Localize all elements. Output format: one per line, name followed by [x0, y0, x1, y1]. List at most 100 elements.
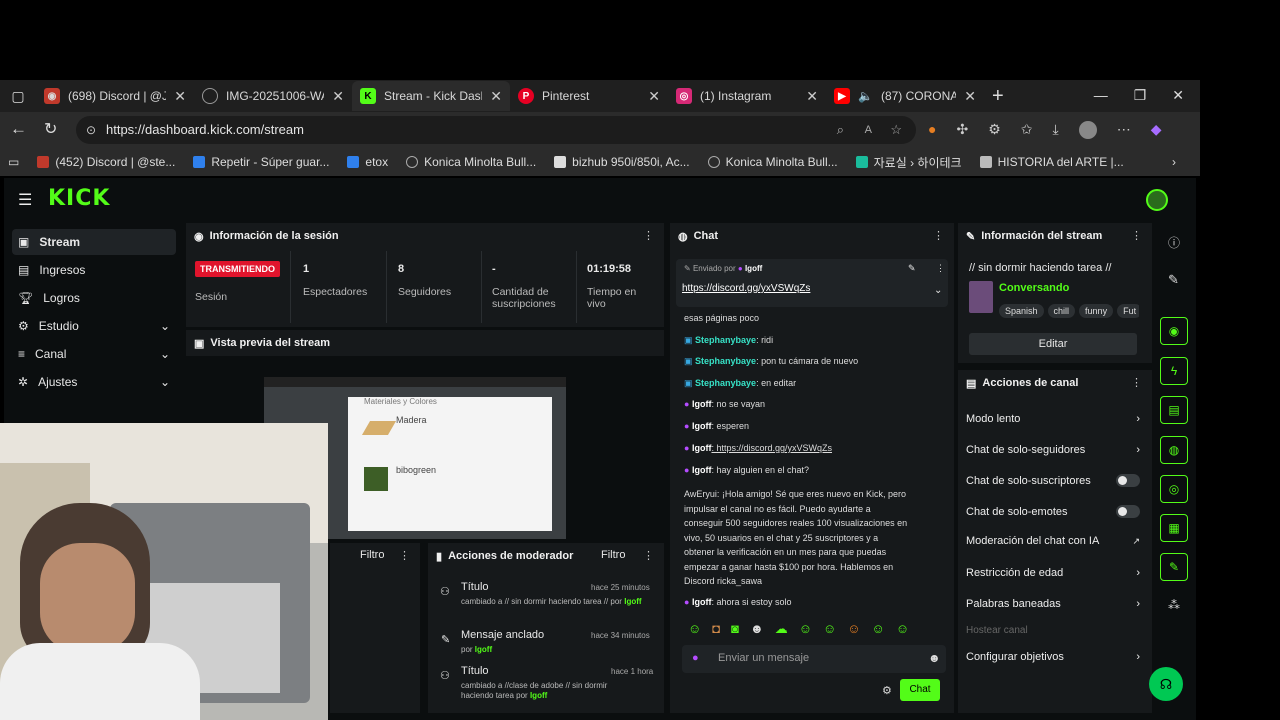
- chat-username[interactable]: Igoff: [692, 597, 712, 607]
- performance-icon[interactable]: ⚙: [988, 121, 1001, 139]
- sidebar-item-canal[interactable]: ≡ Canal ⌄: [12, 341, 176, 367]
- filter-button[interactable]: Filtro: [601, 549, 625, 561]
- favorite-icon[interactable]: ☆: [890, 116, 902, 144]
- sidebar-item-logros[interactable]: 🏆︎ Logros: [12, 285, 176, 311]
- pinned-link[interactable]: https://discord.gg/yxVSWqZs: [682, 283, 810, 294]
- chevron-down-icon[interactable]: ⌄: [934, 285, 942, 296]
- close-icon[interactable]: ✕: [174, 88, 186, 105]
- chat-username[interactable]: Stephanybaye: [695, 335, 756, 345]
- new-tab-icon[interactable]: +: [992, 85, 1004, 108]
- support-button[interactable]: ☊: [1149, 667, 1183, 701]
- edit-button[interactable]: Editar: [969, 333, 1137, 355]
- mod-item-user[interactable]: Igoff: [624, 597, 641, 606]
- filter-button[interactable]: Filtro: [360, 549, 384, 561]
- emoji-icon[interactable]: ☻: [928, 651, 941, 665]
- chat-username[interactable]: Igoff: [692, 465, 712, 475]
- notes-button[interactable]: ▤: [1160, 396, 1188, 424]
- chat-send-button[interactable]: Chat: [900, 679, 940, 701]
- minimize-icon[interactable]: —: [1094, 87, 1108, 103]
- close-icon[interactable]: ✕: [490, 88, 502, 105]
- pencil-icon[interactable]: ✎: [1168, 272, 1179, 288]
- bookmark-item[interactable]: bizhub 950i/850i, Ac...: [554, 155, 690, 169]
- close-icon[interactable]: ✕: [332, 88, 344, 105]
- emote-icon[interactable]: ☺: [872, 621, 885, 637]
- tab-image[interactable]: IMG-20251006-WA0 ✕: [194, 81, 352, 111]
- emote-icon[interactable]: ◙: [731, 621, 739, 637]
- tools-button[interactable]: ✎: [1160, 553, 1188, 581]
- site-info-icon[interactable]: ⊙: [86, 116, 96, 144]
- tab-youtube[interactable]: ▶ 🔈 (87) CORONA ✕: [826, 81, 984, 111]
- more-icon[interactable]: ⋯: [1117, 121, 1131, 139]
- chevron-right-icon[interactable]: ›: [1172, 155, 1176, 169]
- action-moderacion-ia[interactable]: Moderación del chat con IA ↗: [966, 535, 1140, 547]
- copilot-icon[interactable]: ◆: [1151, 121, 1162, 139]
- sidebar-item-ingresos[interactable]: ▤ Ingresos: [12, 257, 176, 283]
- emote-icon[interactable]: ☺: [847, 621, 860, 637]
- lightning-button[interactable]: ϟ: [1160, 357, 1188, 385]
- bookmark-item[interactable]: HISTORIA del ARTE |...: [979, 155, 1124, 169]
- action-modo-lento[interactable]: Modo lento ›: [966, 413, 1140, 425]
- layout-button[interactable]: ▦: [1160, 514, 1188, 542]
- toggle-switch[interactable]: [1116, 505, 1140, 518]
- bookmark-item[interactable]: 자료실 › 하이테크: [855, 154, 962, 171]
- bookmark-item[interactable]: (452) Discord | @ste...: [37, 155, 175, 169]
- bookmark-item[interactable]: Konica Minolta Bull...: [406, 155, 536, 169]
- emote-icon[interactable]: ☁: [775, 621, 788, 637]
- emote-icon[interactable]: ◘: [712, 621, 720, 637]
- chat-username[interactable]: Stephanybaye: [695, 356, 756, 366]
- tab-kick[interactable]: K Stream - Kick Dashb ✕: [352, 81, 510, 111]
- action-restriccion-edad[interactable]: Restricción de edad ›: [966, 567, 1140, 579]
- downloads-icon[interactable]: ⤓: [1053, 121, 1059, 139]
- chat-button[interactable]: ◍: [1160, 436, 1188, 464]
- mod-item-user[interactable]: Igoff: [475, 645, 492, 654]
- kebab-icon[interactable]: ⋮: [1131, 376, 1142, 389]
- tab-pinterest[interactable]: P Pinterest ✕: [510, 81, 668, 111]
- refresh-icon[interactable]: ↻: [44, 119, 57, 139]
- mod-item-user[interactable]: Igoff: [530, 691, 547, 700]
- sidebar-item-stream[interactable]: ▣ Stream: [12, 229, 176, 255]
- avatar[interactable]: [1146, 189, 1168, 211]
- info-icon[interactable]: ⓘ: [1168, 234, 1180, 251]
- kebab-icon[interactable]: ⋮: [399, 549, 410, 562]
- toggle-switch[interactable]: [1116, 474, 1140, 487]
- camera-button[interactable]: ◉: [1160, 317, 1188, 345]
- tab-instagram[interactable]: ◎ (1) Instagram ✕: [668, 81, 826, 111]
- kebab-icon[interactable]: ⋮: [936, 263, 945, 274]
- profile-icon[interactable]: [1078, 121, 1097, 139]
- chat-username[interactable]: Igoff: [692, 399, 712, 409]
- apps-icon[interactable]: ⁂: [1168, 598, 1180, 612]
- action-solo-seguidores[interactable]: Chat de solo-seguidores ›: [966, 444, 1140, 456]
- emote-icon[interactable]: ☺: [799, 621, 812, 637]
- extensions-icon[interactable]: ✣: [956, 121, 968, 139]
- zoom-icon[interactable]: ⌕: [837, 116, 844, 144]
- url-field[interactable]: ⊙ https://dashboard.kick.com/stream ⌕ A …: [76, 116, 916, 144]
- action-configurar-objetivos[interactable]: Configurar objetivos ›: [966, 651, 1140, 663]
- gear-icon[interactable]: ⚙: [882, 684, 892, 697]
- favorites-icon[interactable]: ✩: [1021, 121, 1033, 139]
- close-icon[interactable]: ✕: [648, 88, 660, 105]
- chat-username[interactable]: Stephanybaye: [695, 378, 756, 388]
- kebab-icon[interactable]: ⋮: [1131, 229, 1142, 242]
- bookmark-item[interactable]: Konica Minolta Bull...: [707, 155, 838, 169]
- close-window-icon[interactable]: ✕: [1172, 87, 1184, 104]
- action-palabras-baneadas[interactable]: Palabras baneadas ›: [966, 598, 1140, 610]
- read-aloud-icon[interactable]: A: [865, 116, 872, 144]
- restore-icon[interactable]: ❐: [1134, 87, 1147, 104]
- menu-icon[interactable]: ☰: [18, 190, 32, 210]
- emote-icon[interactable]: ☺: [896, 621, 909, 637]
- bookmark-item[interactable]: Repetir - Súper guar...: [193, 155, 329, 169]
- extension-color-icon[interactable]: ●: [928, 121, 936, 139]
- category-label[interactable]: Conversando: [999, 282, 1069, 294]
- bookmark-item[interactable]: etox: [347, 155, 388, 169]
- chat-username[interactable]: AwEryui: [684, 489, 717, 499]
- emote-icon[interactable]: ☺: [823, 621, 836, 637]
- sidebar-item-ajustes[interactable]: ✲ Ajustes ⌄: [12, 369, 176, 395]
- pin-action-icon[interactable]: ✎: [908, 263, 916, 274]
- emote-icon[interactable]: ☻: [750, 621, 764, 637]
- broadcast-button[interactable]: ◎: [1160, 475, 1188, 503]
- close-icon[interactable]: ✕: [964, 88, 976, 105]
- tab-discord[interactable]: ◉ (698) Discord | @Jho ✕: [36, 81, 194, 111]
- sidebar-item-estudio[interactable]: ⚙ Estudio ⌄: [12, 313, 176, 339]
- kebab-icon[interactable]: ⋮: [933, 229, 944, 242]
- back-icon[interactable]: ←: [10, 119, 27, 139]
